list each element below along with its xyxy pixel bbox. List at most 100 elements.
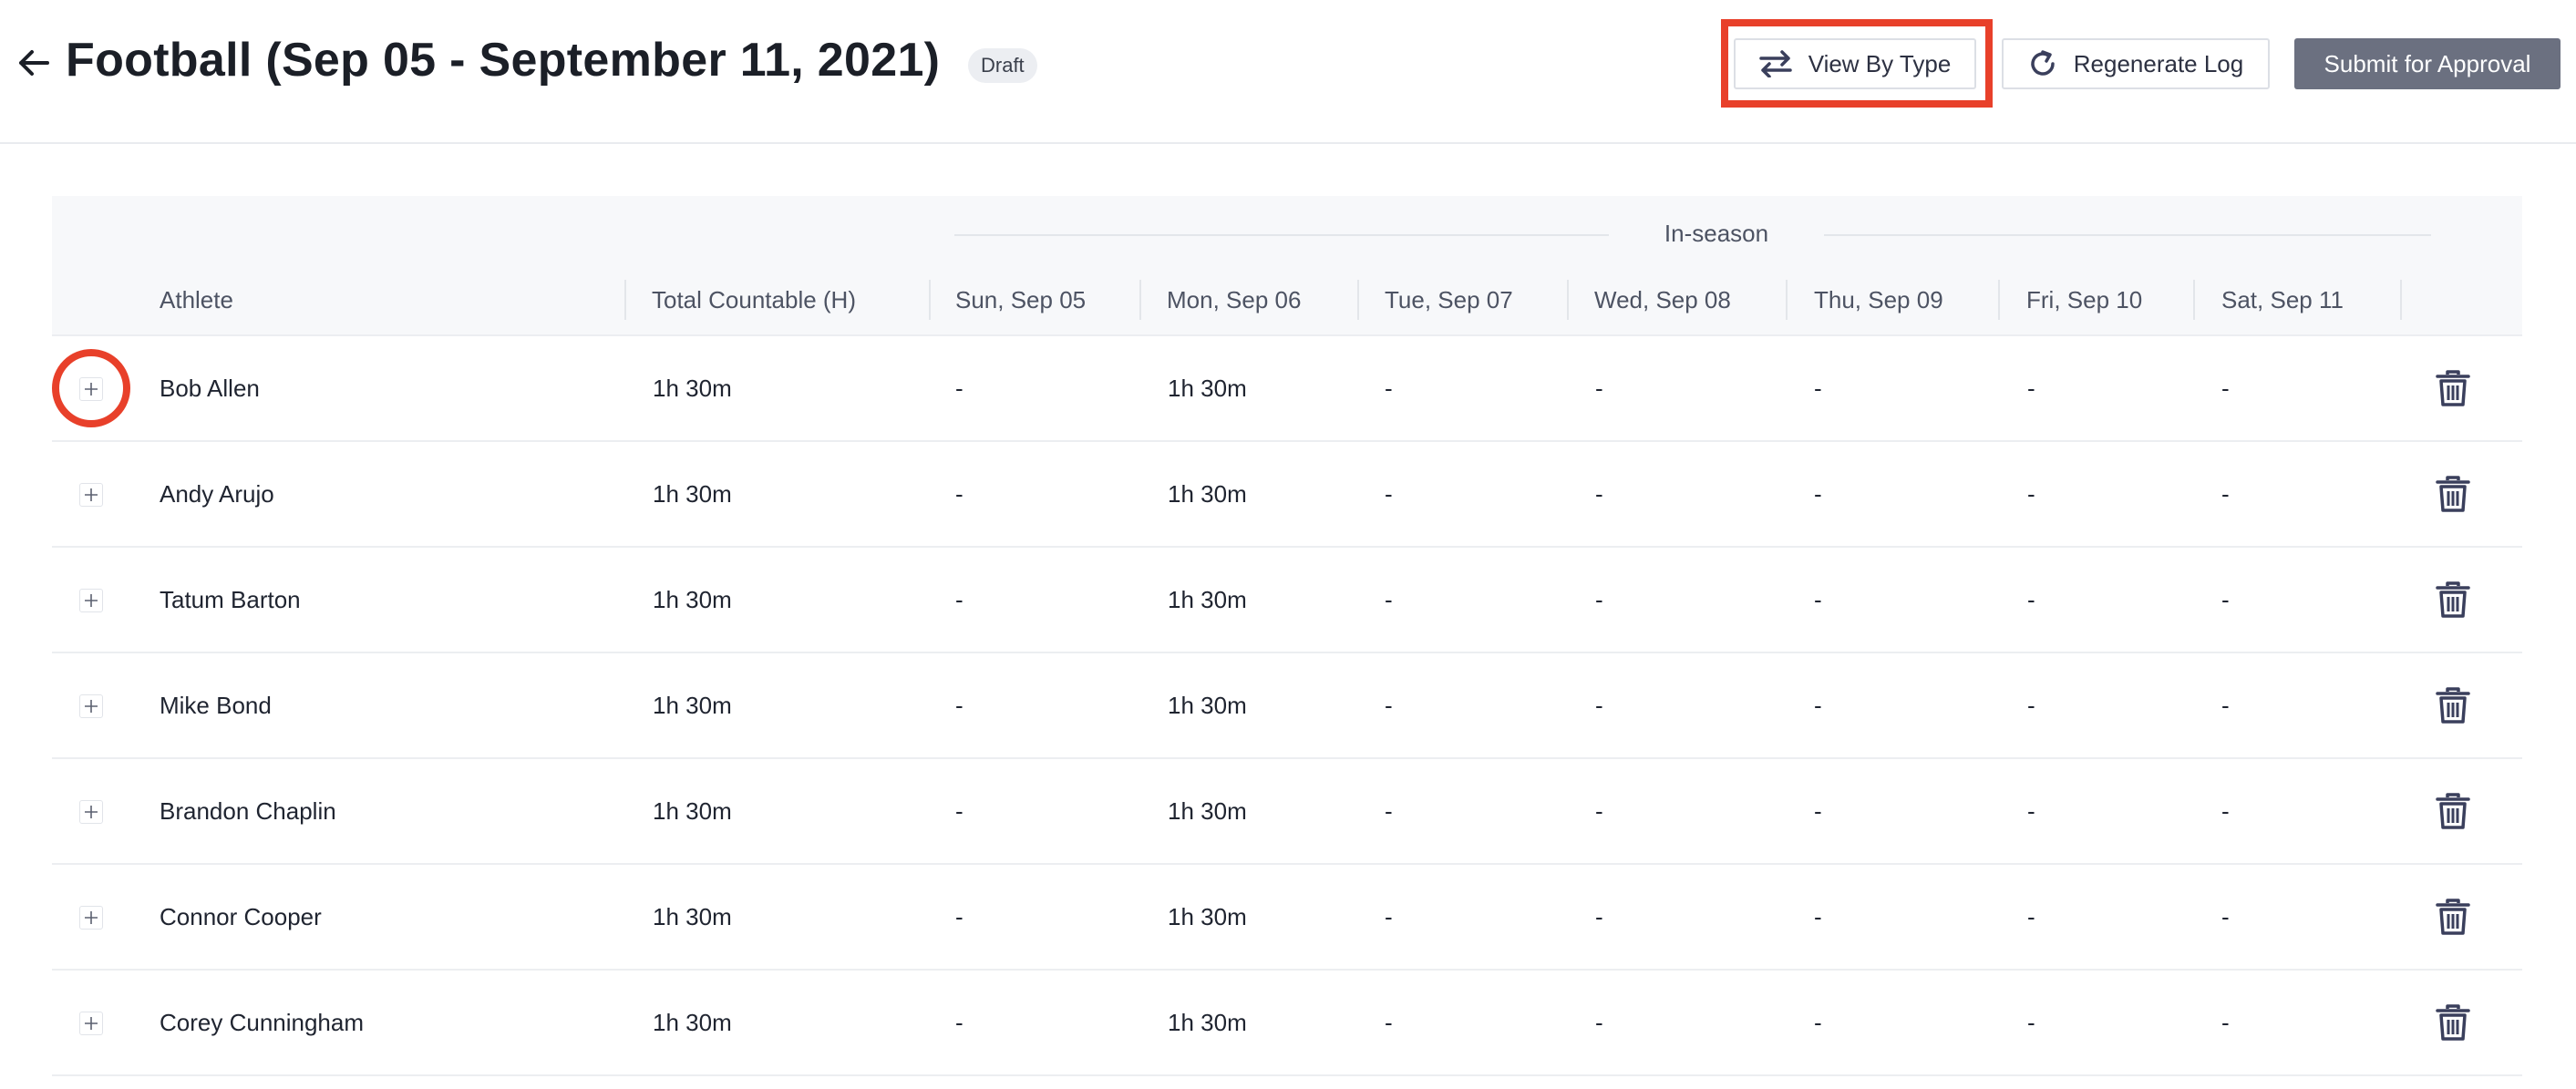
table-cell: -	[955, 1009, 963, 1036]
table-cell: -	[2027, 797, 2035, 825]
page-title: Football (Sep 05 - September 11, 2021)	[66, 34, 941, 87]
table-cell: -	[2027, 692, 2035, 719]
column-divider	[624, 280, 626, 320]
regenerate-log-button[interactable]: Regenerate Log	[2002, 38, 2270, 89]
expand-row-button[interactable]	[79, 589, 103, 612]
trash-icon	[2436, 687, 2470, 724]
page-header: Football (Sep 05 - September 11, 2021) D…	[0, 0, 2576, 144]
table-cell: -	[1814, 692, 1822, 719]
table-cell: -	[955, 586, 963, 613]
table-cell: -	[1385, 375, 1393, 402]
delete-row-button[interactable]	[2435, 475, 2471, 513]
table-row: Corey Cunningham 1h 30m - 1h 30m - - - - -	[52, 971, 2522, 1076]
table-cell: 1h 30m	[1168, 903, 1247, 930]
column-divider	[2400, 280, 2402, 320]
delete-row-button[interactable]	[2435, 686, 2471, 724]
table-cell: -	[2221, 480, 2230, 508]
table-cell: -	[1385, 586, 1393, 613]
table-cell: -	[1385, 903, 1393, 930]
table-cell: -	[1814, 797, 1822, 825]
table-row: Tatum Barton 1h 30m - 1h 30m - - - - -	[52, 548, 2522, 653]
trash-icon	[2436, 581, 2470, 618]
table-cell: -	[955, 903, 963, 930]
column-header-tue-sep-07: Tue, Sep 07	[1385, 286, 1513, 313]
delete-row-button[interactable]	[2435, 1003, 2471, 1042]
trash-icon	[2436, 1004, 2470, 1041]
delete-row-button[interactable]	[2435, 898, 2471, 936]
column-divider	[929, 280, 931, 320]
column-header-sun-sep-05: Sun, Sep 05	[955, 286, 1087, 313]
trash-icon	[2436, 370, 2470, 406]
table-cell: -	[2027, 480, 2035, 508]
table-header: In-season Athlete Total Countable (H) Su…	[52, 196, 2522, 336]
table-cell: -	[2221, 375, 2230, 402]
table-cell: -	[955, 480, 963, 508]
delete-row-button[interactable]	[2435, 369, 2471, 407]
table-cell: -	[955, 375, 963, 402]
table-cell: -	[1385, 692, 1393, 719]
athlete-name-cell: Brandon Chaplin	[160, 797, 336, 825]
table-cell: -	[1595, 692, 1603, 719]
athlete-name-cell: Tatum Barton	[160, 586, 301, 613]
table-cell: 1h 30m	[653, 797, 732, 825]
table-row: Connor Cooper 1h 30m - 1h 30m - - - - -	[52, 865, 2522, 971]
back-button[interactable]	[16, 46, 51, 80]
table-cell: -	[2221, 586, 2230, 613]
table-cell: 1h 30m	[1168, 375, 1247, 402]
table-cell: 1h 30m	[1168, 692, 1247, 719]
delete-row-button[interactable]	[2435, 580, 2471, 619]
table-row: Andy Arujo 1h 30m - 1h 30m - - - - -	[52, 442, 2522, 548]
delete-row-button[interactable]	[2435, 792, 2471, 830]
table-cell: -	[1814, 586, 1822, 613]
submit-for-approval-button[interactable]: Submit for Approval	[2294, 38, 2561, 89]
table-cell: -	[1595, 586, 1603, 613]
table-cell: -	[1814, 903, 1822, 930]
table-cell: -	[1814, 375, 1822, 402]
table-row: Bob Allen 1h 30m - 1h 30m - - - - -	[52, 336, 2522, 442]
table-cell: -	[2221, 903, 2230, 930]
athlete-name-cell: Bob Allen	[160, 375, 260, 402]
table-cell: -	[1595, 375, 1603, 402]
expand-row-button[interactable]	[79, 483, 103, 507]
column-header-thu-sep-09: Thu, Sep 09	[1814, 286, 1943, 313]
expand-row-button[interactable]	[79, 377, 103, 401]
table-cell: -	[1814, 480, 1822, 508]
column-header-fri-sep-10: Fri, Sep 10	[2026, 286, 2143, 313]
expand-row-button[interactable]	[79, 694, 103, 718]
table-row: Mike Bond 1h 30m - 1h 30m - - - - -	[52, 653, 2522, 759]
view-by-type-button[interactable]: View By Type	[1734, 38, 1976, 89]
submit-for-approval-label: Submit for Approval	[2324, 49, 2531, 77]
table-cell: -	[1385, 797, 1393, 825]
table-cell: -	[1814, 1009, 1822, 1036]
plus-icon	[85, 911, 98, 924]
table-cell: 1h 30m	[653, 903, 732, 930]
column-divider	[1139, 280, 1141, 320]
plus-icon	[85, 594, 98, 607]
table-cell: 1h 30m	[653, 375, 732, 402]
table-cell: -	[1595, 797, 1603, 825]
table-cell: -	[2027, 375, 2035, 402]
trash-icon	[2436, 476, 2470, 512]
table-cell: -	[2221, 797, 2230, 825]
view-by-type-label: View By Type	[1808, 49, 1952, 77]
expand-row-button[interactable]	[79, 800, 103, 824]
table-cell: -	[1385, 1009, 1393, 1036]
expand-row-button[interactable]	[79, 1012, 103, 1035]
column-divider	[1786, 280, 1788, 320]
table-cell: 1h 30m	[653, 1009, 732, 1036]
table-cell: 1h 30m	[1168, 1009, 1247, 1036]
table-cell: 1h 30m	[1168, 480, 1247, 508]
table-cell: 1h 30m	[653, 586, 732, 613]
table-cell: -	[2027, 1009, 2035, 1036]
column-header-athlete: Athlete	[160, 286, 233, 313]
column-header-mon-sep-06: Mon, Sep 06	[1167, 286, 1302, 313]
refresh-icon	[2031, 50, 2055, 76]
group-label-in-season: In-season	[1609, 220, 1824, 248]
table-cell: -	[1595, 480, 1603, 508]
trash-icon	[2436, 899, 2470, 935]
table-cell: -	[2221, 1009, 2230, 1036]
column-divider	[2193, 280, 2195, 320]
table-cell: 1h 30m	[653, 692, 732, 719]
expand-row-button[interactable]	[79, 906, 103, 930]
column-divider	[1567, 280, 1569, 320]
